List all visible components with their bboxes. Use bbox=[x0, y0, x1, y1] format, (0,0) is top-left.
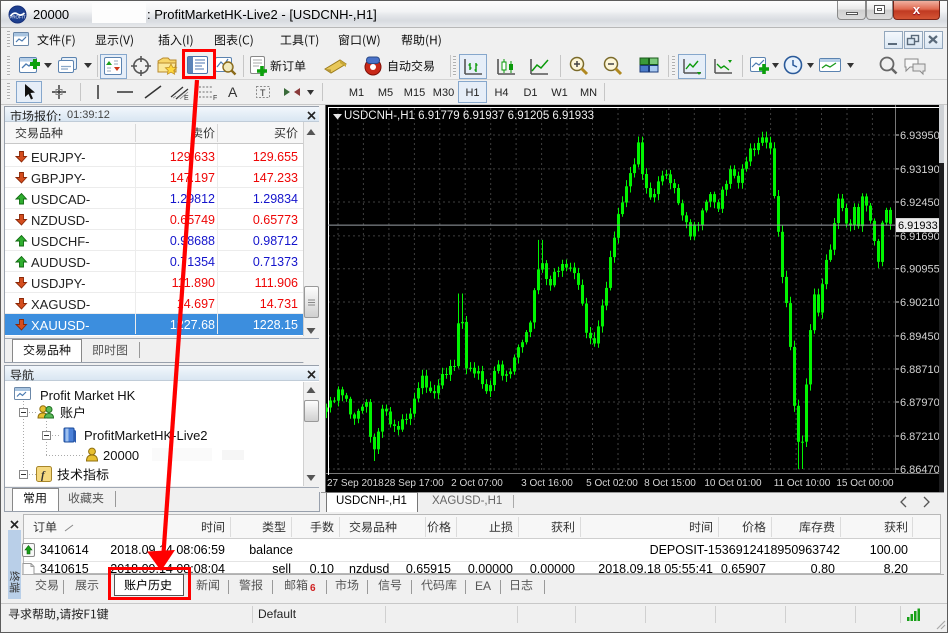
svg-text:10 Oct 01:00: 10 Oct 01:00 bbox=[704, 478, 762, 489]
svg-text:6.87970: 6.87970 bbox=[900, 397, 940, 409]
svg-text:8 Oct 15:00: 8 Oct 15:00 bbox=[644, 478, 696, 489]
svg-text:11 Oct 10:00: 11 Oct 10:00 bbox=[774, 478, 831, 489]
svg-text:6.91933: 6.91933 bbox=[898, 220, 938, 232]
svg-text:6.88710: 6.88710 bbox=[900, 364, 940, 376]
svg-text:6.93950: 6.93950 bbox=[900, 130, 940, 142]
svg-text:USDCNH-,H1 6.91779 6.91937 6.: USDCNH-,H1 6.91779 6.91937 6.91205 6.919… bbox=[344, 110, 594, 122]
svg-text:6.87210: 6.87210 bbox=[900, 431, 940, 443]
svg-text:6.90210: 6.90210 bbox=[900, 297, 940, 309]
svg-text:6.91690: 6.91690 bbox=[900, 231, 940, 243]
svg-text:28 Sep 17:00: 28 Sep 17:00 bbox=[384, 478, 444, 489]
svg-text:PROFIT: PROFIT bbox=[9, 14, 25, 19]
svg-text:6.89450: 6.89450 bbox=[900, 331, 940, 343]
svg-text:6.93190: 6.93190 bbox=[900, 164, 940, 176]
svg-text:2 Oct 07:00: 2 Oct 07:00 bbox=[451, 478, 503, 489]
svg-text:6.86470: 6.86470 bbox=[900, 464, 940, 476]
svg-text:6.92450: 6.92450 bbox=[900, 197, 940, 209]
svg-text:6.90955: 6.90955 bbox=[900, 264, 940, 276]
svg-text:5 Oct 02:00: 5 Oct 02:00 bbox=[586, 478, 638, 489]
svg-text:3 Oct 16:00: 3 Oct 16:00 bbox=[521, 478, 573, 489]
svg-text:15 Oct 00:00: 15 Oct 00:00 bbox=[836, 478, 894, 489]
